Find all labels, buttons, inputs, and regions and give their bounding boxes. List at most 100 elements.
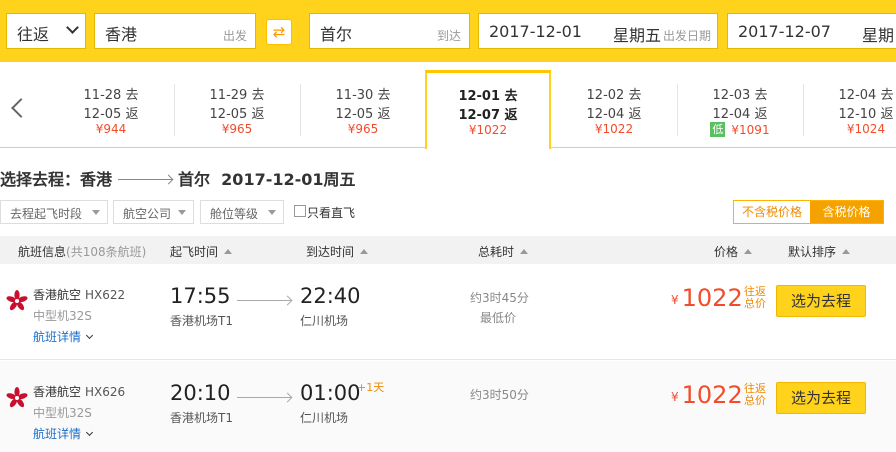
date-cell-go: 11-29 去 bbox=[209, 88, 265, 103]
date-cell-price: ¥1022 bbox=[468, 123, 508, 137]
direct-only-label[interactable]: 只看直飞 bbox=[307, 204, 355, 221]
sort-arrive-time[interactable]: 到达时间 bbox=[306, 243, 369, 260]
arrive-airport: 仁川机场 bbox=[300, 314, 349, 328]
header-flight-info: 航班信息(共108条航班) bbox=[18, 243, 146, 260]
swap-icon: ⇄ bbox=[272, 23, 286, 41]
currency-symbol: ¥ bbox=[671, 390, 679, 404]
chevron-down-icon bbox=[85, 331, 94, 340]
to-city-value: 首尔 bbox=[320, 25, 353, 44]
sort-duration[interactable]: 总耗时 bbox=[478, 243, 529, 260]
flight-price: ¥1022 bbox=[671, 284, 743, 312]
sort-price[interactable]: 价格 bbox=[714, 243, 753, 260]
date-cell-price: ¥944 bbox=[95, 122, 127, 136]
to-city-input[interactable]: 首尔 到达 bbox=[309, 13, 470, 49]
route-origin: 选择去程：香港 bbox=[0, 170, 113, 189]
return-date-value: 2017-12-07 bbox=[738, 22, 831, 41]
from-hint: 出发 bbox=[222, 29, 247, 43]
caret-down-icon bbox=[268, 210, 276, 215]
select-outbound-button[interactable]: 选为去程 bbox=[776, 382, 866, 414]
caret-down-icon bbox=[92, 210, 100, 215]
aircraft-type: 中型机32S bbox=[33, 309, 92, 323]
depart-date-hint: 出发日期 bbox=[663, 29, 712, 43]
lowest-price-tag: 最低价 bbox=[480, 311, 517, 325]
chevron-down-icon bbox=[66, 21, 79, 34]
hong-kong-airlines-logo-icon bbox=[6, 387, 28, 408]
arrive-time: 01:00 bbox=[300, 381, 361, 405]
date-cell-price: ¥1024 bbox=[846, 122, 886, 136]
caret-down-icon bbox=[178, 210, 186, 215]
round-trip-total-note: 往返总价 bbox=[744, 285, 766, 310]
date-cell-price: ¥965 bbox=[221, 122, 253, 136]
trip-type-select[interactable]: 往返 bbox=[6, 13, 86, 49]
depart-time: 17:55 bbox=[170, 284, 231, 308]
arrow-right-icon bbox=[237, 300, 291, 301]
header-arrive-label: 到达时间 bbox=[306, 245, 355, 259]
from-city-value: 香港 bbox=[105, 25, 138, 44]
date-cell-go: 12-02 去 bbox=[586, 88, 642, 103]
date-cell-go: 12-03 去 bbox=[712, 88, 768, 103]
header-duration-label: 总耗时 bbox=[478, 245, 515, 259]
return-weekday: 星期 bbox=[862, 26, 895, 45]
depart-airport: 香港机场T1 bbox=[170, 314, 233, 328]
tax-included-option[interactable]: 含税价格 bbox=[810, 201, 883, 223]
filter-cabin[interactable]: 舱位等级 bbox=[200, 200, 284, 224]
flight-row: 香港航空 HX622 中型机32S 航班详情 17:55 22:40 香港机场T1… bbox=[0, 264, 896, 360]
flight-duration: 约3时50分 bbox=[470, 388, 529, 402]
date-cell-price: ¥1091 bbox=[731, 123, 770, 137]
date-cell-go: 12-01 去 bbox=[458, 89, 518, 104]
date-cell-return: 12-07 返 bbox=[458, 108, 518, 123]
arrow-right-icon bbox=[237, 397, 291, 398]
date-cell-return: 12-05 返 bbox=[335, 107, 391, 122]
from-city-input[interactable]: 香港 出发 bbox=[94, 13, 256, 49]
sort-caret-icon bbox=[224, 249, 233, 254]
date-price-strip: 11-28 去 12-05 返 ¥944 11-29 去 12-05 返 ¥96… bbox=[0, 70, 896, 149]
price-value: 1022 bbox=[681, 284, 743, 312]
filter-cabin-label: 舱位等级 bbox=[210, 207, 259, 221]
arrow-right-icon bbox=[118, 179, 173, 180]
date-cell-1130[interactable]: 11-30 去 12-05 返 ¥965 bbox=[300, 72, 426, 148]
route-title: 选择去程：香港 首尔 2017-12-01周五 bbox=[0, 166, 356, 190]
date-cell-1201-selected[interactable]: 12-01 去 12-07 返 ¥1022 bbox=[425, 70, 551, 149]
date-cell-return: 12-05 返 bbox=[83, 107, 139, 122]
chevron-down-icon bbox=[85, 428, 94, 437]
date-cell-1129[interactable]: 11-29 去 12-05 返 ¥965 bbox=[174, 72, 300, 148]
airline-label: 香港航空 bbox=[33, 288, 82, 302]
select-outbound-button[interactable]: 选为去程 bbox=[776, 285, 866, 317]
airline-name: 香港航空 HX622 bbox=[33, 286, 125, 303]
date-cell-1128[interactable]: 11-28 去 12-05 返 ¥944 bbox=[48, 72, 174, 148]
chevron-left-icon[interactable] bbox=[11, 98, 31, 118]
direct-only-checkbox[interactable] bbox=[294, 205, 306, 217]
depart-time: 20:10 bbox=[170, 381, 231, 405]
hong-kong-airlines-logo-icon bbox=[6, 290, 28, 311]
filter-depart-time-label: 去程起飞时段 bbox=[10, 207, 83, 221]
flight-number: HX626 bbox=[85, 385, 126, 399]
search-bar: 往返 香港 出发 ⇄ 首尔 到达 2017-12-01 星期五 出发日期 201… bbox=[0, 0, 896, 62]
filter-airline[interactable]: 航空公司 bbox=[113, 200, 194, 224]
date-cell-go: 12-04 去 bbox=[838, 88, 894, 103]
date-cell-1203[interactable]: 12-03 去 12-04 返 低 ¥1091 bbox=[677, 72, 803, 148]
return-date-input[interactable]: 2017-12-07 星期 bbox=[727, 13, 896, 49]
sort-caret-icon bbox=[744, 249, 753, 254]
price-value: 1022 bbox=[681, 381, 743, 409]
sort-depart-time[interactable]: 起飞时间 bbox=[170, 243, 233, 260]
aircraft-type: 中型机32S bbox=[33, 406, 92, 420]
date-cell-1202[interactable]: 12-02 去 12-04 返 ¥1022 bbox=[551, 72, 677, 148]
flight-duration: 约3时45分 bbox=[470, 291, 529, 305]
sort-default[interactable]: 默认排序 bbox=[788, 243, 851, 260]
date-cell-1204[interactable]: 12-04 去 12-10 返 ¥1024 bbox=[803, 72, 896, 148]
tax-excluded-option[interactable]: 不含税价格 bbox=[734, 201, 810, 223]
filter-depart-time[interactable]: 去程起飞时段 bbox=[0, 200, 108, 224]
next-day-indicator: +1天 bbox=[357, 381, 385, 394]
details-label: 航班详情 bbox=[33, 330, 82, 344]
flight-details-link[interactable]: 航班详情 bbox=[33, 328, 94, 345]
sort-caret-icon bbox=[360, 249, 369, 254]
date-cell-return: 12-05 返 bbox=[209, 107, 265, 122]
flight-details-link[interactable]: 航班详情 bbox=[33, 425, 94, 442]
date-cell-return: 12-04 返 bbox=[586, 107, 642, 122]
depart-date-input[interactable]: 2017-12-01 星期五 出发日期 bbox=[478, 13, 718, 49]
route-destination: 首尔 bbox=[178, 170, 211, 189]
flight-row: 香港航空 HX626 中型机32S 航班详情 20:10 01:00 +1天 香港… bbox=[0, 361, 896, 452]
swap-cities-button[interactable]: ⇄ bbox=[266, 19, 292, 45]
header-sort-label: 默认排序 bbox=[788, 245, 837, 259]
date-cell-price-row: 低 ¥1091 bbox=[677, 122, 803, 137]
